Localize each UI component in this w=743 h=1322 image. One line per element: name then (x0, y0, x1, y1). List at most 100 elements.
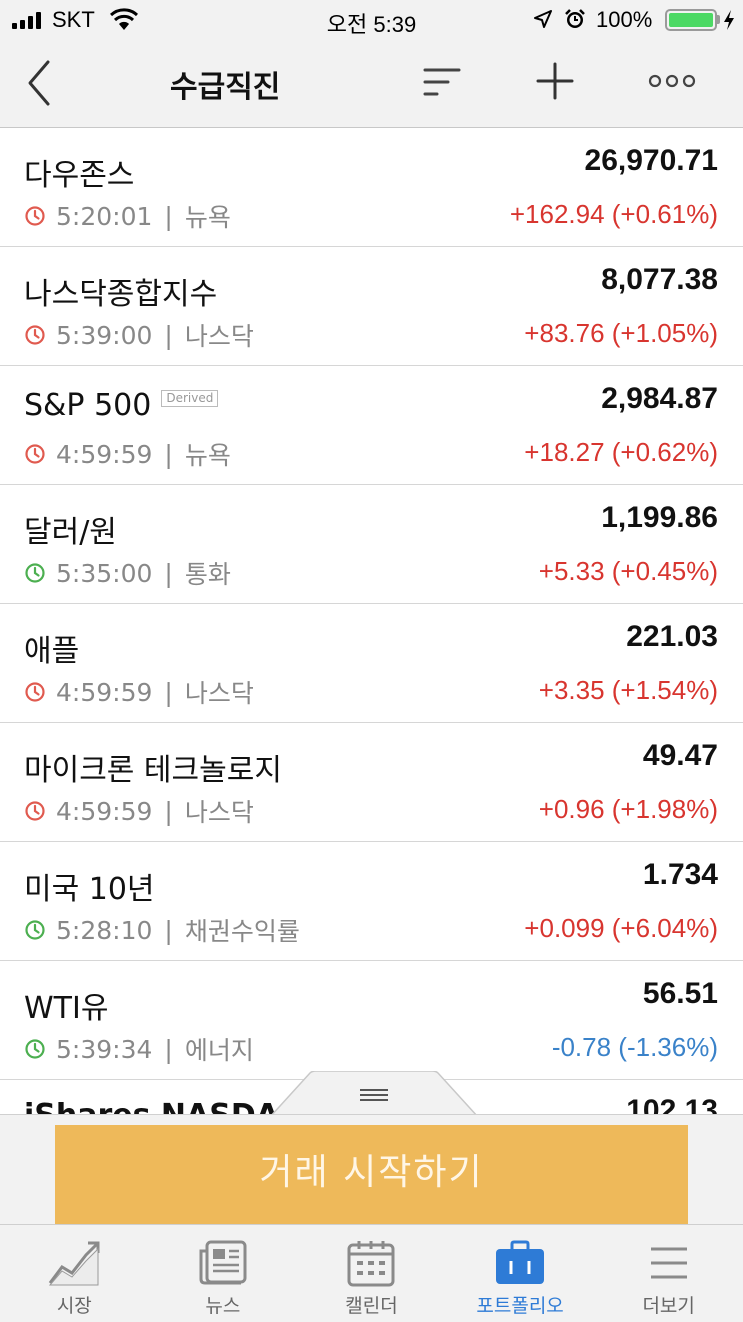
plus-icon[interactable] (534, 60, 576, 102)
tab-label: 더보기 (642, 1295, 695, 1317)
meta-separator: | (164, 201, 173, 231)
item-name: S&P 500 Derived (24, 388, 219, 423)
item-price: 221.03 (626, 620, 718, 653)
item-name-text: WTI유 (24, 991, 109, 1026)
sort-icon[interactable] (422, 66, 462, 100)
list-item[interactable]: 다우존스 26,970.71 5:20:01 | 뉴욕 +162.94 (+0.61%) (0, 128, 743, 247)
item-meta: 5:39:34 | 에너지 (24, 1031, 254, 1067)
item-market: 나스닥 (184, 679, 254, 708)
item-time: 4:59:59 (56, 439, 153, 469)
clock-icon (25, 444, 45, 464)
tab-label: 시장 (56, 1295, 92, 1317)
item-meta: 4:59:59 | 나스닥 (24, 793, 254, 829)
item-change: +3.35 (+1.54%) (538, 675, 718, 705)
item-price: 49.47 (642, 739, 718, 772)
clock-icon (25, 801, 45, 821)
drawer-handle[interactable] (270, 1071, 478, 1117)
meta-separator: | (164, 915, 173, 945)
item-name: 나스닥종합지수 (24, 269, 217, 313)
clock-icon (25, 920, 45, 940)
item-price: 26,970.71 (584, 144, 718, 177)
item-change: +5.33 (+0.45%) (538, 556, 718, 586)
item-meta: 5:28:10 | 채권수익률 (24, 912, 300, 948)
meta-separator: | (164, 320, 173, 350)
clock-icon (25, 563, 45, 583)
list-item[interactable]: 나스닥종합지수 8,077.38 5:39:00 | 나스닥 +83.76 (+1.05%… (0, 247, 743, 366)
item-market: 채권수익률 (184, 917, 300, 946)
location-icon (534, 10, 552, 28)
item-change: +0.96 (+1.98%) (538, 794, 718, 824)
item-market: 나스닥 (184, 798, 254, 827)
item-price: 1.734 (642, 858, 718, 891)
item-market: 에너지 (184, 1036, 254, 1065)
news-icon (199, 1240, 247, 1285)
item-change: +162.94 (+0.61%) (509, 199, 718, 229)
item-price: 56.51 (642, 977, 718, 1010)
alarm-icon (565, 9, 585, 28)
item-change: +0.099 (+6.04%) (524, 913, 718, 943)
meta-separator: | (164, 439, 173, 469)
item-time: 5:35:00 (56, 558, 153, 588)
item-name-text: 다우존스 (24, 158, 135, 193)
clock-icon (25, 325, 45, 345)
list-item[interactable]: 달러/원 1,199.86 5:35:00 | 통화 +5.33 (+0.45%) (0, 485, 743, 604)
menu-icon (650, 1247, 687, 1279)
list-item[interactable]: WTI유 56.51 5:39:34 | 에너지 -0.78 (-1.36%) (0, 961, 743, 1080)
back-chevron-icon[interactable] (22, 58, 56, 108)
battery-icon (665, 9, 717, 31)
item-meta: 5:35:00 | 통화 (24, 555, 231, 591)
meta-separator: | (164, 1034, 173, 1064)
item-change: +83.76 (+1.05%) (524, 318, 718, 348)
item-time: 5:28:10 (56, 915, 153, 945)
item-market: 나스닥 (184, 322, 254, 351)
tab-news[interactable]: 뉴스 (149, 1225, 298, 1322)
item-name-text: 미국 10년 (24, 872, 155, 907)
item-name: 미국 10년 (24, 864, 155, 908)
meta-separator: | (164, 796, 173, 826)
battery-tip (717, 15, 720, 24)
item-price: 2,984.87 (601, 382, 718, 415)
tab-more[interactable]: 더보기 (594, 1225, 743, 1322)
list-item[interactable]: 미국 10년 1.734 5:28:10 | 채권수익률 +0.099 (+6.04%) (0, 842, 743, 961)
trade-panel: 거래 시작하기 (0, 1114, 743, 1225)
item-time: 4:59:59 (56, 677, 153, 707)
item-time: 5:20:01 (56, 201, 153, 231)
meta-separator: | (164, 677, 173, 707)
list-item[interactable]: 마이크론 테크놀로지 49.47 4:59:59 | 나스닥 +0.96 (+1.98%) (0, 723, 743, 842)
item-meta: 5:39:00 | 나스닥 (24, 317, 254, 353)
tab-label: 뉴스 (205, 1295, 241, 1317)
start-trading-button[interactable]: 거래 시작하기 (55, 1125, 688, 1225)
item-price: 8,077.38 (601, 263, 718, 296)
item-name: 다우존스 (24, 150, 134, 194)
clock-icon (25, 206, 45, 226)
more-icon[interactable] (648, 70, 696, 92)
derived-badge: Derived (161, 390, 219, 407)
item-name: 달러/원 (24, 507, 117, 551)
tab-calendar[interactable]: 캘린더 (297, 1225, 446, 1322)
list-item[interactable]: S&P 500 Derived 2,984.87 4:59:59 | 뉴욕 +18.27 (… (0, 366, 743, 485)
list-item[interactable]: 애플 221.03 4:59:59 | 나스닥 +3.35 (+1.54%) (0, 604, 743, 723)
item-name: WTI유 (24, 983, 108, 1027)
portfolio-briefcase-icon (496, 1240, 545, 1284)
tab-label: 캘린더 (345, 1295, 398, 1317)
item-name-text: 달러/원 (24, 515, 117, 550)
tab-bar: 시장 뉴스 캘린더 포트폴리오 더보기 (0, 1224, 743, 1322)
tab-label: 포트폴리오 (476, 1295, 564, 1317)
market-chart-icon (49, 1241, 100, 1286)
item-name-text: S&P 500 (24, 388, 152, 423)
item-name-text: 마이크론 테크놀로지 (24, 753, 282, 788)
page-title: 수급직진 (170, 70, 281, 105)
item-market: 뉴욕 (184, 203, 231, 232)
tab-portfolio[interactable]: 포트폴리오 (446, 1225, 595, 1322)
item-name-text: 나스닥종합지수 (24, 277, 218, 312)
item-name-text: 애플 (24, 634, 80, 669)
item-name: 애플 (24, 626, 79, 670)
item-change: -0.78 (-1.36%) (551, 1032, 718, 1062)
item-time: 5:39:34 (56, 1034, 153, 1064)
tab-market[interactable]: 시장 (0, 1225, 149, 1322)
item-time: 5:39:00 (56, 320, 153, 350)
item-change: +18.27 (+0.62%) (524, 437, 718, 467)
battery-percent: 100% (596, 7, 653, 32)
item-market: 뉴욕 (184, 441, 231, 470)
clock-icon (25, 682, 45, 702)
